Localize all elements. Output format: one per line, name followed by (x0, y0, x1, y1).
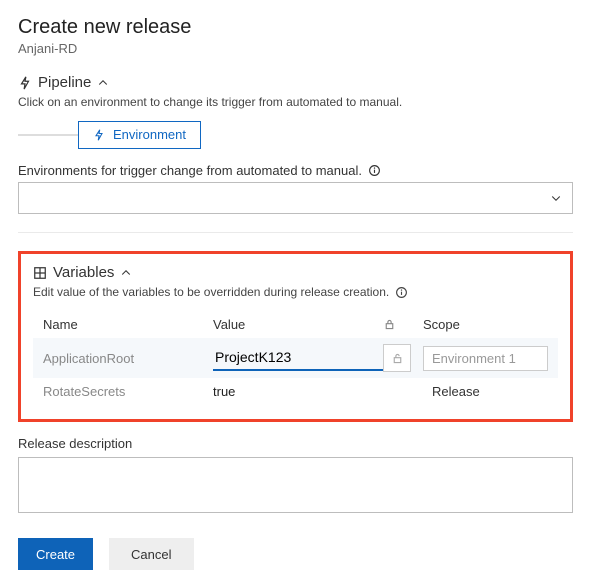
chevron-down-icon (550, 192, 562, 204)
variables-help: Edit value of the variables to be overri… (33, 285, 558, 299)
environments-label: Environments for trigger change from aut… (18, 163, 381, 178)
variables-section-toggle[interactable]: Variables (33, 264, 558, 281)
cancel-button[interactable]: Cancel (109, 538, 193, 570)
divider (18, 232, 573, 233)
var-value: true (213, 384, 383, 399)
stage-label: Environment (113, 127, 186, 142)
var-value-input[interactable] (213, 345, 383, 371)
var-scope-select[interactable]: Environment 1 (423, 346, 548, 371)
lock-toggle[interactable] (383, 344, 411, 372)
grid-icon (33, 266, 47, 280)
col-lock (383, 318, 423, 331)
pipeline-help-text: Click on an environment to change its tr… (18, 95, 573, 109)
info-icon[interactable] (395, 286, 408, 299)
col-name: Name (43, 317, 213, 332)
lightning-icon (18, 76, 32, 90)
release-definition-name: Anjani-RD (18, 41, 573, 56)
environment-stage[interactable]: Environment (78, 121, 201, 149)
info-icon[interactable] (368, 164, 381, 177)
variables-header: Name Value Scope (33, 311, 558, 338)
table-row[interactable]: RotateSecrets true Release (33, 378, 558, 405)
variables-section-highlighted: Variables Edit value of the variables to… (18, 251, 573, 422)
pipeline-section-toggle[interactable]: Pipeline (18, 74, 573, 91)
description-label: Release description (18, 436, 573, 451)
chevron-up-icon (120, 267, 132, 279)
var-scope: Release (423, 384, 548, 399)
pipeline-section-label: Pipeline (38, 74, 91, 91)
var-name: RotateSecrets (43, 384, 213, 399)
release-description-input[interactable] (18, 457, 573, 513)
col-value: Value (213, 317, 383, 332)
environments-dropdown[interactable] (18, 182, 573, 214)
variables-section-label: Variables (53, 264, 114, 281)
pipeline-flow: Environment (18, 121, 573, 149)
chevron-up-icon (97, 77, 109, 89)
flow-connector (18, 134, 78, 136)
dialog-actions: Create Cancel (18, 538, 573, 570)
var-name: ApplicationRoot (43, 351, 213, 366)
variables-table: Name Value Scope ApplicationRoot Environ… (33, 311, 558, 405)
table-row[interactable]: ApplicationRoot Environment 1 (33, 338, 558, 378)
col-scope: Scope (423, 317, 548, 332)
page-title: Create new release (18, 16, 573, 39)
lightning-icon (93, 129, 105, 141)
create-button[interactable]: Create (18, 538, 93, 570)
